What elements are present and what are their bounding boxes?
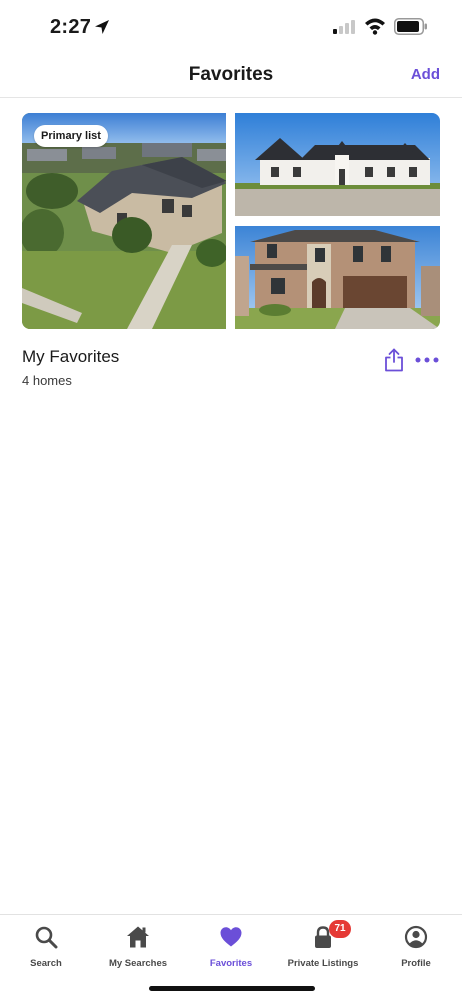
status-time: 2:27 bbox=[50, 16, 92, 38]
home-photo-white-house bbox=[235, 113, 440, 216]
page-title: Favorites bbox=[188, 64, 274, 85]
home-photo-brick-house bbox=[235, 226, 440, 329]
cellular-signal-icon bbox=[333, 20, 355, 34]
more-options-icon[interactable] bbox=[415, 352, 439, 368]
heart-icon bbox=[220, 927, 242, 947]
tab-label: Search bbox=[30, 958, 62, 969]
tab-my-searches[interactable]: My Searches bbox=[92, 915, 184, 975]
tab-private-listings[interactable]: 71 Private Listings bbox=[277, 915, 369, 975]
location-arrow-icon bbox=[95, 20, 109, 34]
tab-search[interactable]: Search bbox=[0, 915, 92, 975]
nav-bar: Favorites Add bbox=[0, 56, 462, 98]
add-button[interactable]: Add bbox=[411, 66, 440, 83]
status-bar: 2:27 bbox=[0, 0, 462, 56]
share-icon[interactable] bbox=[384, 348, 404, 372]
profile-icon bbox=[404, 925, 428, 949]
primary-list-badge: Primary list bbox=[34, 125, 108, 147]
wifi-icon bbox=[365, 18, 385, 35]
home-indicator bbox=[149, 986, 315, 991]
tab-label: My Searches bbox=[108, 958, 168, 969]
house-icon bbox=[127, 926, 149, 948]
tab-label: Profile bbox=[401, 958, 431, 969]
tab-label: Favorites bbox=[209, 958, 253, 969]
battery-icon bbox=[394, 18, 427, 35]
search-icon bbox=[35, 926, 58, 949]
list-home-count: 4 homes bbox=[22, 373, 72, 388]
favorites-list-collage[interactable]: Primary list bbox=[22, 113, 440, 329]
notification-badge: 71 bbox=[329, 920, 351, 938]
tab-favorites[interactable]: Favorites bbox=[185, 915, 277, 975]
tab-profile[interactable]: Profile bbox=[370, 915, 462, 975]
list-name[interactable]: My Favorites bbox=[22, 347, 119, 367]
tab-label: Private Listings bbox=[287, 958, 359, 969]
